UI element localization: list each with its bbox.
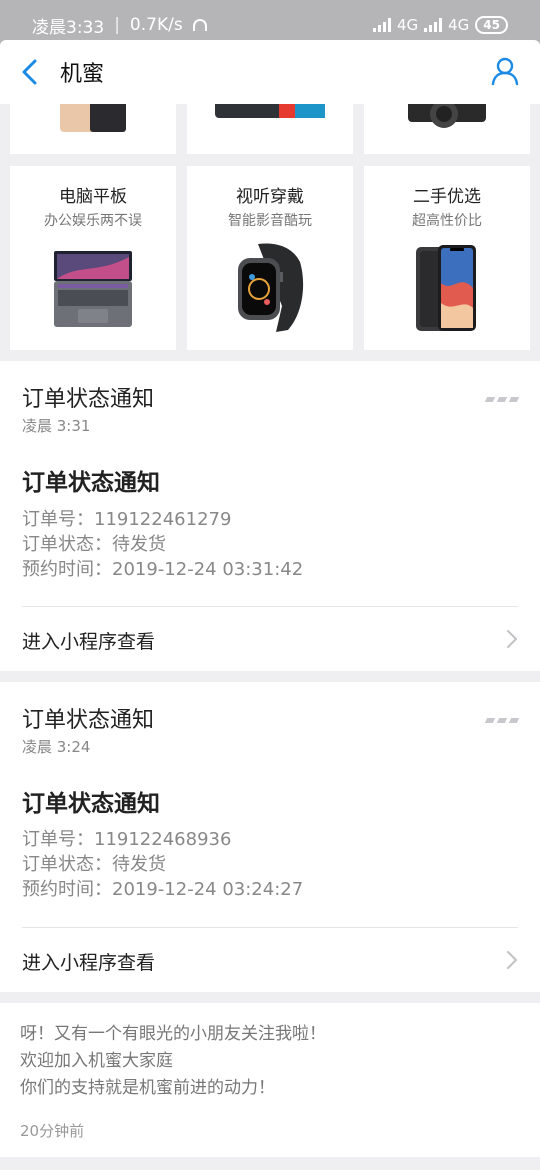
open-mini-program-link[interactable]: 进入小程序查看 (22, 627, 155, 654)
category-subtitle: 超高性价比 (412, 213, 482, 229)
category-tile-second-hand[interactable]: 二手优选 超高性价比 (364, 166, 530, 350)
page-title: 机蜜 (60, 62, 105, 87)
phone-image-partial (60, 104, 126, 132)
chevron-right-icon[interactable] (506, 950, 518, 970)
headset-icon (192, 19, 207, 31)
category-title: 二手优选 (413, 187, 481, 207)
card-header: 订单状态通知 (22, 387, 155, 412)
card-time: 凌晨 3:31 (22, 417, 91, 435)
card-divider (22, 927, 518, 928)
order-status: 订单状态：待发货 (22, 534, 166, 555)
category-tile-audio-wearable[interactable]: 视听穿戴 智能影音酷玩 (187, 166, 353, 350)
reserve-time: 预约时间：2019-12-24 03:24:27 (22, 879, 304, 900)
battery-icon: 45 (475, 16, 508, 34)
phone-image (416, 245, 476, 331)
network-type-2: 4G (448, 16, 470, 34)
card-time: 凌晨 3:24 (22, 738, 91, 756)
message-time: 20分钟前 (20, 1122, 85, 1140)
network-speed: 0.7K/s (129, 15, 183, 35)
nav-bar: 机蜜 (0, 40, 540, 104)
category-tile-computer[interactable]: 电脑平板 办公娱乐两不误 (10, 166, 176, 350)
message-line: 你们的支持就是机蜜前进的动力！ (20, 1078, 275, 1098)
order-number: 订单号：119122468936 (22, 829, 232, 850)
chevron-right-icon[interactable] (506, 629, 518, 649)
smartwatch-image (238, 243, 304, 332)
chevron-left-icon (22, 59, 37, 85)
card-title: 订单状态通知 (22, 791, 160, 817)
signal-icon-2 (424, 18, 443, 32)
user-profile-icon[interactable] (490, 56, 520, 86)
welcome-message: 呀！又有一个有眼光的小朋友关注我啦！ 欢迎加入机蜜大家庭 你们的支持就是机蜜前进… (0, 1003, 540, 1157)
message-line: 欢迎加入机蜜大家庭 (20, 1051, 173, 1071)
more-options-icon[interactable] (484, 718, 520, 723)
category-row-partial (0, 104, 540, 160)
card-header: 订单状态通知 (22, 708, 155, 733)
category-tile-partial-2[interactable] (187, 104, 353, 154)
order-status: 订单状态：待发货 (22, 854, 166, 875)
category-subtitle: 智能影音酷玩 (228, 213, 312, 229)
network-type-1: 4G (396, 16, 419, 34)
reserve-time: 预约时间：2019-12-24 03:31:42 (22, 559, 304, 580)
category-row: 电脑平板 办公娱乐两不误 视听穿戴 智能影音酷玩 二手优选 超高性价比 (0, 166, 540, 350)
category-title: 电脑平板 (59, 187, 127, 207)
category-title: 视听穿戴 (236, 187, 304, 207)
laptop-image (54, 251, 132, 327)
order-number: 订单号：119122461279 (22, 509, 232, 530)
more-options-icon[interactable] (484, 397, 520, 402)
camera-image-partial (408, 104, 486, 128)
signal-icon (372, 18, 391, 32)
card-divider (22, 606, 518, 607)
message-line: 呀！又有一个有眼光的小朋友关注我啦！ (20, 1024, 326, 1044)
status-separator: | (114, 15, 120, 35)
category-tile-partial-1[interactable] (10, 104, 176, 154)
back-button[interactable] (14, 56, 46, 88)
status-time: 凌晨3:33 (32, 17, 105, 38)
open-mini-program-link[interactable]: 进入小程序查看 (22, 948, 155, 975)
category-subtitle: 办公娱乐两不误 (44, 213, 142, 229)
order-notification-card: 订单状态通知 凌晨 3:24 订单状态通知 订单号：119122468936 订… (0, 682, 540, 992)
console-image-partial (215, 104, 325, 118)
card-title: 订单状态通知 (22, 470, 160, 496)
category-tile-partial-3[interactable] (364, 104, 530, 154)
order-notification-card: 订单状态通知 凌晨 3:31 订单状态通知 订单号：119122461279 订… (0, 361, 540, 671)
